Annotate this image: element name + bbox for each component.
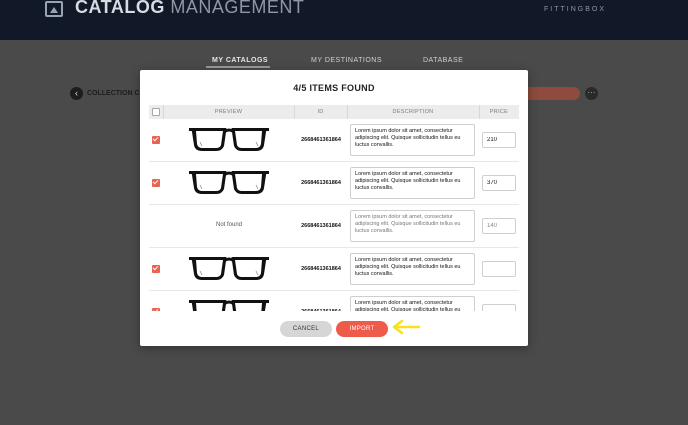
- item-id: 2668461361864: [297, 309, 345, 311]
- items-list[interactable]: 2668461361864 Lorem ipsum dolor sit amet…: [149, 119, 519, 311]
- column-header-preview: PREVIEW: [214, 109, 243, 115]
- glasses-preview-image: [189, 299, 269, 311]
- action-pill-button[interactable]: [522, 87, 580, 100]
- glasses-preview-image: [189, 170, 269, 195]
- collection-label: COLLECTION CO: [87, 90, 145, 97]
- price-input[interactable]: [482, 218, 516, 234]
- price-input[interactable]: [482, 261, 516, 277]
- description-field[interactable]: Lorem ipsum dolor sit amet, consectetur …: [350, 210, 475, 242]
- table-row: Not found 2668461361864 Lorem ipsum dolo…: [149, 205, 519, 248]
- table-row: 2668461361864 Lorem ipsum dolor sit amet…: [149, 248, 519, 291]
- row-checkbox-checked[interactable]: [152, 136, 160, 144]
- tab-my-destinations[interactable]: MY DESTINATIONS: [311, 57, 382, 64]
- preview-not-found: Not found: [215, 222, 243, 228]
- description-field[interactable]: Lorem ipsum dolor sit amet, consectetur …: [350, 253, 475, 285]
- import-modal: 4/5 ITEMS FOUND PREVIEW ID DESCRIPTION P…: [140, 70, 528, 346]
- column-header-id: ID: [317, 109, 324, 115]
- item-id: 2668461361864: [301, 180, 341, 186]
- row-checkbox-checked[interactable]: [152, 308, 160, 311]
- price-input[interactable]: [482, 175, 516, 191]
- item-id: 2668461361864: [301, 223, 341, 229]
- brand-logo: FITTINGBOX: [544, 6, 606, 13]
- glasses-preview-image: [189, 256, 269, 281]
- item-id: 2668461361864: [301, 137, 341, 143]
- table-row: 2668461361864 Lorem ipsum dolor sit amet…: [149, 291, 519, 311]
- app-header: CATALOG MANAGEMENT FITTINGBOX: [0, 0, 688, 40]
- modal-title: 4/5 ITEMS FOUND: [293, 83, 375, 93]
- select-all-checkbox[interactable]: [152, 108, 160, 116]
- table-row: 2668461361864 Lorem ipsum dolor sit amet…: [149, 162, 519, 205]
- more-icon[interactable]: ···: [585, 87, 598, 100]
- tab-database[interactable]: DATABASE: [423, 57, 463, 64]
- description-field[interactable]: Lorem ipsum dolor sit amet, consectetur …: [350, 167, 475, 199]
- description-field[interactable]: Lorem ipsum dolor sit amet, consectetur …: [350, 296, 475, 311]
- app-title: CATALOG MANAGEMENT: [75, 0, 304, 18]
- app-title-light: MANAGEMENT: [170, 0, 305, 17]
- row-checkbox-checked[interactable]: [152, 179, 160, 187]
- table-row: 2668461361864 Lorem ipsum dolor sit amet…: [149, 119, 519, 162]
- import-button[interactable]: IMPORT: [336, 321, 388, 337]
- glasses-preview-image: [189, 127, 269, 152]
- annotation-arrow-icon: [392, 319, 420, 335]
- table-header: PREVIEW ID DESCRIPTION PRICE: [149, 105, 519, 119]
- tab-my-catalogs[interactable]: MY CATALOGS: [212, 57, 268, 64]
- column-header-description: DESCRIPTION: [392, 109, 434, 115]
- back-arrow-icon[interactable]: ‹: [70, 87, 83, 100]
- image-logo-icon: [45, 1, 63, 17]
- description-field[interactable]: Lorem ipsum dolor sit amet, consectetur …: [350, 124, 475, 156]
- app-title-bold: CATALOG: [75, 0, 165, 17]
- column-header-price: PRICE: [489, 109, 509, 115]
- active-tab-indicator: [206, 66, 270, 68]
- price-input[interactable]: [482, 304, 516, 311]
- item-id: 2668461361864: [301, 266, 341, 272]
- cancel-button[interactable]: CANCEL: [280, 321, 332, 337]
- price-input[interactable]: [482, 132, 516, 148]
- row-checkbox-checked[interactable]: [152, 265, 160, 273]
